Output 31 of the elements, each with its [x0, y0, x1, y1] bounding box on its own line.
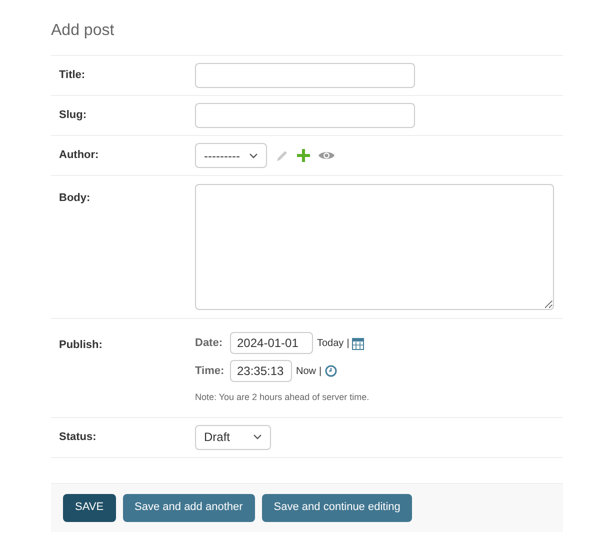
submit-button[interactable]: SAVE	[63, 494, 116, 522]
page-title: Add post	[51, 21, 116, 41]
separator: |	[346, 336, 350, 350]
field-label: Publish:	[59, 338, 104, 353]
submit-button[interactable]: Save and continue editing	[262, 494, 412, 522]
time-label: Time:	[195, 364, 226, 379]
today-link[interactable]: Today	[317, 336, 344, 350]
select-dropdown[interactable]: ---------	[195, 143, 267, 168]
chevron-down-icon	[253, 434, 262, 440]
eye-icon[interactable]	[318, 150, 335, 161]
plus-icon[interactable]	[297, 149, 310, 162]
body-textarea[interactable]	[195, 184, 554, 310]
submit-button[interactable]: Save and add another	[122, 494, 255, 522]
timezone-note: Note: You are 2 hours ahead of server time.	[195, 391, 370, 404]
field-label: Author:	[59, 148, 100, 164]
field-label: Slug:	[59, 108, 88, 124]
date-field[interactable]: 2024-01-01	[230, 332, 313, 354]
text-field[interactable]	[195, 63, 415, 88]
chevron-down-icon	[249, 152, 258, 158]
select-dropdown[interactable]: Draft	[195, 424, 271, 450]
time-field[interactable]: 23:35:13	[230, 360, 292, 382]
pencil-icon[interactable]	[275, 148, 289, 162]
now-link[interactable]: Now	[296, 364, 316, 378]
calendar-icon[interactable]	[352, 336, 364, 350]
field-label: Title:	[59, 68, 86, 84]
field-label: Body:	[59, 191, 92, 206]
separator: |	[319, 364, 322, 378]
field-label: Status:	[59, 430, 98, 445]
clock-icon[interactable]	[324, 365, 337, 377]
text-field[interactable]	[195, 103, 415, 128]
date-label: Date:	[195, 336, 224, 351]
